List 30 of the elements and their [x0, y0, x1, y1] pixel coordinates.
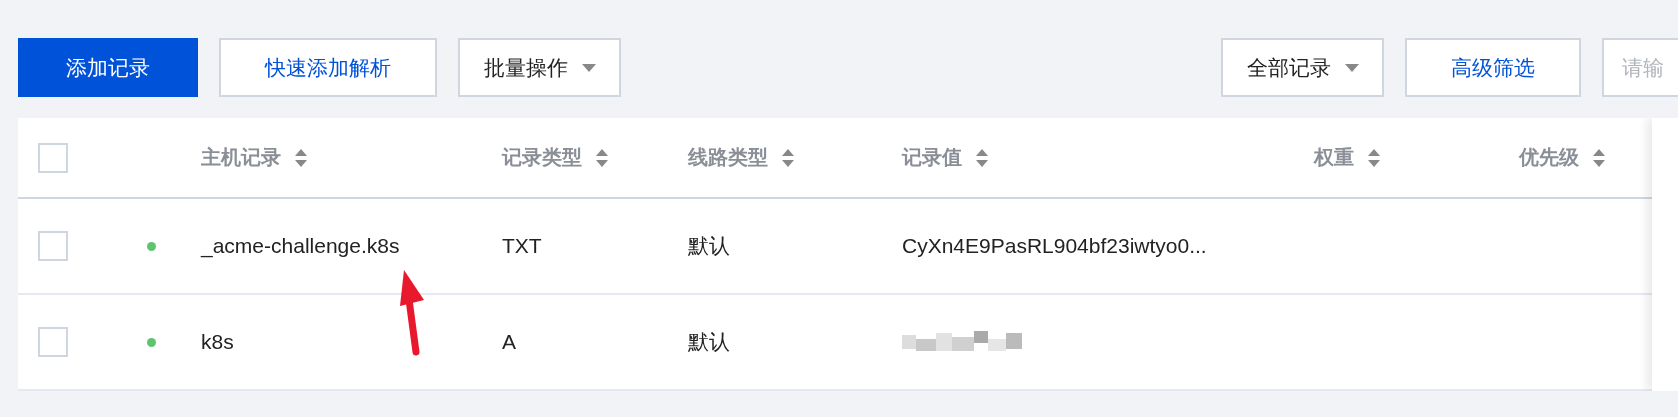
- sort-icon[interactable]: [295, 148, 307, 167]
- column-header: 权重: [1314, 145, 1354, 170]
- table-cell-text: 默认: [688, 233, 731, 259]
- table-cell-text: _acme-challenge.k8s: [201, 234, 401, 258]
- table-cell-text: CyXn4E9PasRL904bf23iwtyo0...: [902, 234, 1208, 258]
- sort-icon[interactable]: [596, 148, 608, 167]
- sort-icon[interactable]: [1593, 148, 1605, 167]
- toolbar-button[interactable]: 添加记录: [18, 38, 198, 97]
- search-field[interactable]: 请输: [1602, 38, 1678, 97]
- table-cell-text: A: [502, 330, 517, 354]
- dropdown-button[interactable]: 全部记录: [1221, 38, 1384, 97]
- toolbar-button[interactable]: 快速添加解析: [219, 38, 437, 97]
- checkbox[interactable]: [38, 231, 68, 261]
- table-cell-text: TXT: [502, 234, 543, 258]
- dropdown-button[interactable]: 批量操作: [458, 38, 621, 97]
- caret-icon: [581, 63, 596, 72]
- checkbox[interactable]: [38, 327, 68, 357]
- toolbar-button[interactable]: 高级筛选: [1405, 38, 1581, 97]
- column-header: 优先级: [1519, 145, 1579, 170]
- column-header: 记录值: [902, 145, 962, 170]
- column-header: 主机记录: [201, 145, 281, 170]
- caret-icon: [1344, 63, 1359, 72]
- column-header: 线路类型: [688, 145, 768, 170]
- column-header: 记录类型: [502, 145, 582, 170]
- sort-icon[interactable]: [1368, 148, 1380, 167]
- checkbox[interactable]: [38, 142, 68, 173]
- table-cell-text: 默认: [688, 329, 731, 355]
- table-cell-text: k8s: [201, 330, 235, 354]
- sort-icon[interactable]: [976, 148, 988, 167]
- sort-icon[interactable]: [782, 148, 794, 167]
